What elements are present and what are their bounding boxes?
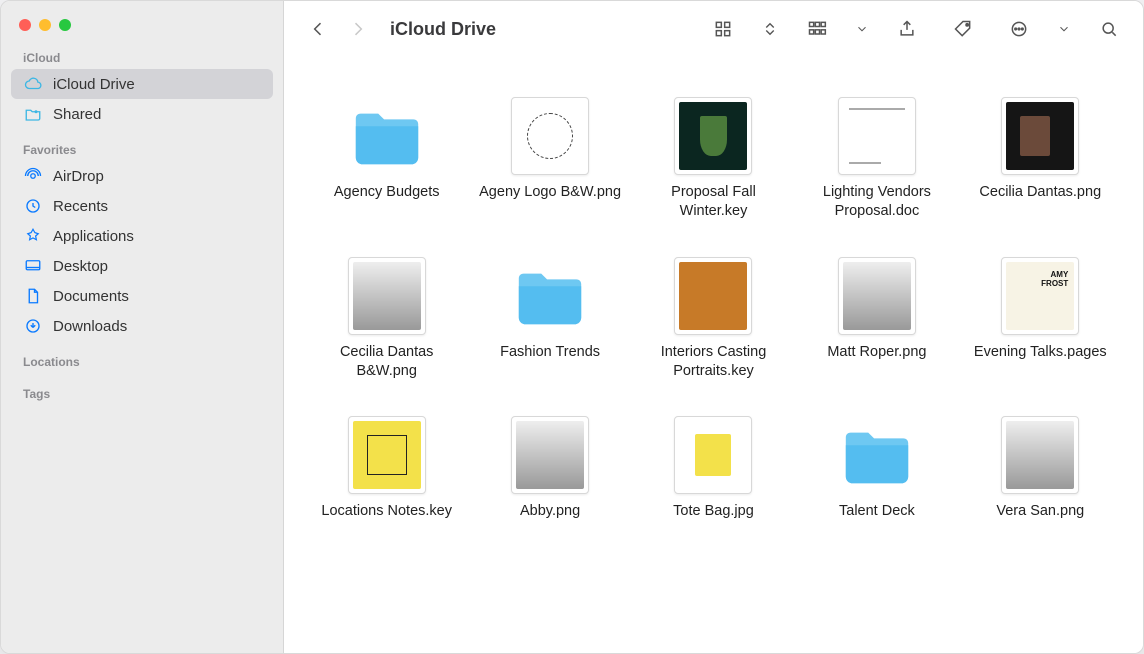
folder-icon (348, 97, 426, 175)
file-item[interactable]: Cecilia Dantas.png (968, 97, 1113, 221)
file-item[interactable]: Matt Roper.png (804, 257, 949, 381)
sidebar-heading: Locations (11, 349, 273, 373)
sidebar-heading: Tags (11, 381, 273, 405)
file-thumbnail (348, 416, 426, 494)
file-thumbnail (1001, 257, 1079, 335)
sidebar-item-shared[interactable]: Shared (11, 99, 273, 129)
file-thumbnail (1001, 416, 1079, 494)
file-thumbnail (511, 416, 589, 494)
file-label: Abby.png (520, 502, 580, 521)
file-item[interactable]: Cecilia Dantas B&W.png (314, 257, 459, 381)
document-icon (23, 286, 43, 306)
sidebar-heading: iCloud (11, 45, 273, 69)
file-thumbnail (838, 257, 916, 335)
file-label: Talent Deck (839, 502, 915, 521)
sidebar-section-favorites: Favorites AirDrop Recents Applications (1, 137, 283, 349)
cloud-icon (23, 74, 43, 94)
file-item[interactable]: Lighting Vendors Proposal.doc (804, 97, 949, 221)
sidebar-item-label: AirDrop (53, 168, 104, 185)
search-button[interactable] (1091, 13, 1127, 45)
sidebar-item-desktop[interactable]: Desktop (11, 251, 273, 281)
location-title: iCloud Drive (390, 19, 496, 40)
sidebar-item-airdrop[interactable]: AirDrop (11, 161, 273, 191)
sidebar-item-applications[interactable]: Applications (11, 221, 273, 251)
file-grid-area[interactable]: Agency Budgets Ageny Logo B&W.png Proposal… (284, 57, 1143, 653)
fullscreen-window-button[interactable] (59, 19, 71, 31)
sidebar-section-icloud: iCloud iCloud Drive Shared (1, 45, 283, 137)
file-label: Vera San.png (996, 502, 1084, 521)
chevron-down-icon[interactable] (1057, 13, 1071, 45)
sidebar-item-downloads[interactable]: Downloads (11, 311, 273, 341)
sidebar-item-recents[interactable]: Recents (11, 191, 273, 221)
file-thumbnail (674, 97, 752, 175)
view-icons-button[interactable] (705, 13, 741, 45)
applications-icon (23, 226, 43, 246)
file-item[interactable]: Talent Deck (804, 416, 949, 521)
file-label: Cecilia Dantas.png (979, 183, 1101, 202)
minimize-window-button[interactable] (39, 19, 51, 31)
file-thumbnail (1001, 97, 1079, 175)
file-label: Tote Bag.jpg (673, 502, 754, 521)
file-item[interactable]: Locations Notes.key (314, 416, 459, 521)
sidebar-item-documents[interactable]: Documents (11, 281, 273, 311)
sidebar-heading: Favorites (11, 137, 273, 161)
sidebar: iCloud iCloud Drive Shared Favorites (1, 1, 284, 653)
sidebar-section-tags: Tags (1, 381, 283, 413)
file-item[interactable]: Interiors Casting Portraits.key (641, 257, 786, 381)
file-item[interactable]: Ageny Logo B&W.png (477, 97, 622, 221)
chevron-down-icon[interactable] (855, 13, 869, 45)
finder-window: iCloud iCloud Drive Shared Favorites (0, 0, 1144, 654)
file-item[interactable]: Fashion Trends (477, 257, 622, 381)
file-item[interactable]: Vera San.png (968, 416, 1113, 521)
file-item[interactable]: Abby.png (477, 416, 622, 521)
file-label: Fashion Trends (500, 343, 600, 362)
file-thumbnail (674, 416, 752, 494)
sidebar-item-label: Shared (53, 106, 101, 123)
toolbar: iCloud Drive (284, 1, 1143, 57)
file-label: Interiors Casting Portraits.key (641, 343, 786, 381)
airdrop-icon (23, 166, 43, 186)
file-label: Evening Talks.pages (974, 343, 1107, 362)
share-button[interactable] (889, 13, 925, 45)
file-label: Agency Budgets (334, 183, 440, 202)
forward-button[interactable] (340, 13, 376, 45)
file-thumbnail (511, 97, 589, 175)
view-switcher-stepper[interactable] (761, 13, 779, 45)
file-label: Locations Notes.key (321, 502, 452, 521)
sidebar-item-label: iCloud Drive (53, 76, 135, 93)
folder-icon (838, 416, 916, 494)
sidebar-item-label: Documents (53, 288, 129, 305)
sidebar-item-label: Downloads (53, 318, 127, 335)
sidebar-section-locations: Locations (1, 349, 283, 381)
shared-folder-icon (23, 104, 43, 124)
file-item[interactable]: Tote Bag.jpg (641, 416, 786, 521)
clock-icon (23, 196, 43, 216)
file-item[interactable]: Agency Budgets (314, 97, 459, 221)
desktop-icon (23, 256, 43, 276)
file-label: Matt Roper.png (827, 343, 926, 362)
tags-button[interactable] (945, 13, 981, 45)
file-label: Ageny Logo B&W.png (479, 183, 621, 202)
sidebar-item-label: Desktop (53, 258, 108, 275)
folder-icon (511, 257, 589, 335)
file-item[interactable]: Evening Talks.pages (968, 257, 1113, 381)
file-grid: Agency Budgets Ageny Logo B&W.png Proposal… (314, 97, 1113, 521)
more-actions-button[interactable] (1001, 13, 1037, 45)
sidebar-item-label: Applications (53, 228, 134, 245)
file-thumbnail (348, 257, 426, 335)
window-controls (1, 15, 283, 45)
file-label: Proposal Fall Winter.key (641, 183, 786, 221)
main-panel: iCloud Drive (284, 1, 1143, 653)
back-button[interactable] (300, 13, 336, 45)
file-label: Lighting Vendors Proposal.doc (804, 183, 949, 221)
close-window-button[interactable] (19, 19, 31, 31)
file-thumbnail (674, 257, 752, 335)
file-item[interactable]: Proposal Fall Winter.key (641, 97, 786, 221)
group-by-button[interactable] (799, 13, 835, 45)
file-label: Cecilia Dantas B&W.png (314, 343, 459, 381)
sidebar-item-icloud-drive[interactable]: iCloud Drive (11, 69, 273, 99)
sidebar-item-label: Recents (53, 198, 108, 215)
download-icon (23, 316, 43, 336)
file-thumbnail (838, 97, 916, 175)
